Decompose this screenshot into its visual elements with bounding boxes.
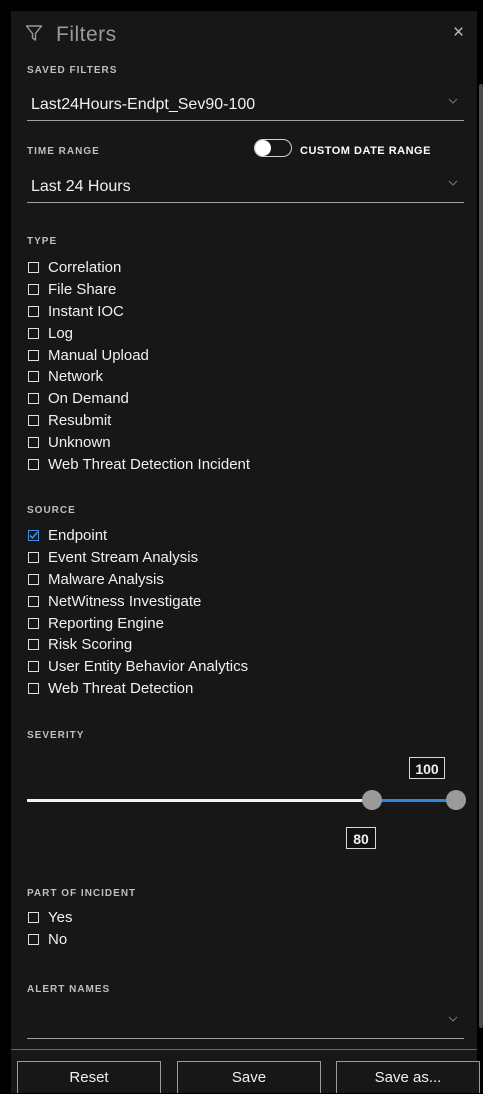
- alert-names-select[interactable]: [27, 1008, 464, 1039]
- saved-filters-value: Last24Hours-Endpt_Sev90-100: [31, 96, 256, 113]
- option-label: Malware Analysis: [48, 570, 164, 588]
- source-option-reporting-engine[interactable]: Reporting Engine: [28, 612, 248, 634]
- type-option-resubmit[interactable]: Resubmit: [28, 410, 250, 432]
- checkbox[interactable]: [28, 436, 39, 448]
- option-label: Correlation: [48, 259, 122, 277]
- checkbox[interactable]: [28, 458, 39, 470]
- save-button[interactable]: Save: [177, 1061, 321, 1093]
- type-option-file-share[interactable]: File Share: [28, 279, 250, 301]
- footer-divider: [11, 1049, 477, 1050]
- alert-names-label: ALERT NAMES: [27, 984, 111, 995]
- option-label: File Share: [48, 281, 117, 299]
- source-option-event-stream-analysis[interactable]: Event Stream Analysis: [28, 547, 248, 569]
- chevron-down-icon: [448, 1016, 458, 1022]
- filters-panel: Filters × SAVED FILTERS Last24Hours-Endp…: [11, 11, 483, 1093]
- checkbox[interactable]: [28, 912, 39, 924]
- severity-min-handle[interactable]: [362, 790, 382, 810]
- filters-header: Filters ×: [11, 11, 477, 56]
- close-icon[interactable]: ×: [453, 23, 464, 43]
- filter-funnel-icon: [25, 25, 43, 41]
- time-range-select[interactable]: Last 24 Hours: [27, 172, 464, 203]
- option-label: No: [48, 931, 68, 949]
- part-of-incident-list: Yes No: [28, 907, 72, 951]
- option-label: User Entity Behavior Analytics: [48, 658, 249, 676]
- toggle-knob: [255, 140, 271, 156]
- custom-date-range-label: CUSTOM DATE RANGE: [300, 145, 431, 157]
- checkbox[interactable]: [28, 595, 39, 607]
- checkbox[interactable]: [28, 305, 39, 317]
- type-checkbox-list: Correlation File Share Instant IOC Log M…: [28, 257, 250, 475]
- option-label: Manual Upload: [48, 346, 149, 364]
- option-label: Instant IOC: [48, 302, 124, 320]
- checkmark-icon: [29, 531, 38, 540]
- severity-label: SEVERITY: [27, 730, 85, 741]
- checkbox[interactable]: [28, 682, 39, 694]
- saved-filters-select[interactable]: Last24Hours-Endpt_Sev90-100: [27, 90, 464, 121]
- option-label: Network: [48, 368, 104, 386]
- checkbox[interactable]: [28, 573, 39, 585]
- source-option-web-threat-detection[interactable]: Web Threat Detection: [28, 678, 248, 700]
- severity-max-handle[interactable]: [446, 790, 466, 810]
- type-label: TYPE: [27, 236, 58, 247]
- chevron-down-icon: [448, 180, 458, 186]
- option-label: Risk Scoring: [48, 636, 133, 654]
- checkbox[interactable]: [28, 393, 39, 405]
- saved-filters-label: SAVED FILTERS: [27, 65, 118, 76]
- option-label: On Demand: [48, 390, 129, 408]
- checkbox[interactable]: [28, 934, 39, 946]
- option-label: Resubmit: [48, 411, 112, 429]
- type-option-manual-upload[interactable]: Manual Upload: [28, 344, 250, 366]
- checkbox[interactable]: [28, 661, 39, 673]
- checkbox[interactable]: [28, 414, 39, 426]
- type-option-log[interactable]: Log: [28, 322, 250, 344]
- option-label: NetWitness Investigate: [48, 592, 202, 610]
- panel-scrollbar[interactable]: [479, 84, 483, 1028]
- option-label: Unknown: [48, 433, 111, 451]
- part-of-incident-label: PART OF INCIDENT: [27, 888, 137, 899]
- incident-option-no[interactable]: No: [28, 929, 72, 951]
- severity-min-value: 80: [346, 827, 376, 849]
- source-label: SOURCE: [27, 505, 76, 516]
- option-label: Log: [48, 324, 74, 342]
- option-label: Endpoint: [48, 527, 108, 545]
- checkbox[interactable]: [28, 639, 39, 651]
- checkbox[interactable]: [28, 371, 39, 383]
- checkbox[interactable]: [28, 617, 39, 629]
- filters-title: Filters: [56, 23, 117, 46]
- option-label: Event Stream Analysis: [48, 549, 199, 567]
- option-label: Yes: [48, 909, 73, 927]
- source-option-endpoint[interactable]: Endpoint: [28, 525, 248, 547]
- source-option-risk-scoring[interactable]: Risk Scoring: [28, 634, 248, 656]
- severity-track[interactable]: [27, 799, 372, 802]
- chevron-down-icon: [448, 98, 458, 104]
- checkbox[interactable]: [28, 327, 39, 339]
- checkbox[interactable]: [28, 262, 39, 274]
- incident-option-yes[interactable]: Yes: [28, 907, 72, 929]
- checkbox-checked[interactable]: [28, 530, 39, 542]
- source-option-ueba[interactable]: User Entity Behavior Analytics: [28, 656, 248, 678]
- type-option-correlation[interactable]: Correlation: [28, 257, 250, 279]
- source-option-netwitness-investigate[interactable]: NetWitness Investigate: [28, 590, 248, 612]
- time-range-label: TIME RANGE: [27, 146, 100, 157]
- checkbox[interactable]: [28, 284, 39, 296]
- source-checkbox-list: Endpoint Event Stream Analysis Malware A…: [28, 525, 248, 699]
- type-option-unknown[interactable]: Unknown: [28, 431, 250, 453]
- type-option-web-threat-detection-incident[interactable]: Web Threat Detection Incident: [28, 453, 250, 475]
- custom-date-range-toggle[interactable]: [254, 139, 292, 157]
- save-as-button[interactable]: Save as...: [336, 1061, 480, 1093]
- option-label: Reporting Engine: [48, 614, 164, 632]
- option-label: Web Threat Detection Incident: [48, 455, 251, 473]
- type-option-network[interactable]: Network: [28, 366, 250, 388]
- option-label: Web Threat Detection: [48, 679, 194, 697]
- type-option-instant-ioc[interactable]: Instant IOC: [28, 301, 250, 323]
- severity-selected-range: [372, 799, 456, 802]
- time-range-value: Last 24 Hours: [31, 178, 131, 195]
- checkbox[interactable]: [28, 349, 39, 361]
- checkbox[interactable]: [28, 552, 39, 564]
- type-option-on-demand[interactable]: On Demand: [28, 388, 250, 410]
- reset-button[interactable]: Reset: [17, 1061, 161, 1093]
- severity-max-value: 100: [409, 757, 445, 779]
- source-option-malware-analysis[interactable]: Malware Analysis: [28, 569, 248, 591]
